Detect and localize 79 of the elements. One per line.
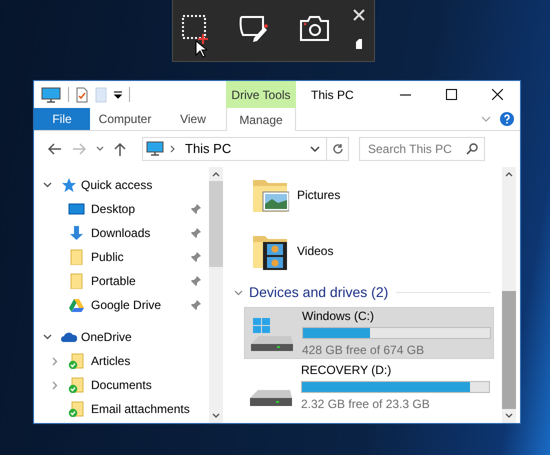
ribbon-tab[interactable]: Computer xyxy=(90,108,160,130)
drive-item[interactable]: RECOVERY (D:) 2.32 GB free of 23.3 GB xyxy=(244,361,494,413)
download-arrow-icon xyxy=(68,225,85,241)
pin-icon[interactable] xyxy=(191,276,201,286)
maximize-icon xyxy=(446,89,456,100)
computer-icon xyxy=(146,141,164,157)
nav-label: Public xyxy=(91,249,124,266)
nav-label: Portable xyxy=(91,273,136,290)
address-bar[interactable]: This PC xyxy=(142,137,349,161)
folder-item[interactable]: Pictures xyxy=(229,167,502,223)
checklist-icon[interactable] xyxy=(76,86,88,102)
window-title: This PC xyxy=(311,86,354,104)
hard-drive-icon xyxy=(249,389,293,407)
context-tab-label: Drive Tools xyxy=(226,81,296,108)
folder-icon xyxy=(68,273,85,289)
back-arrow-icon[interactable] xyxy=(48,143,62,155)
nav-item[interactable]: OneDrive xyxy=(34,325,209,349)
nav-item[interactable]: Desktop xyxy=(34,197,209,221)
nav-label: Documents xyxy=(91,377,152,394)
cursor-icon xyxy=(195,40,207,58)
expand-chevron-icon[interactable] xyxy=(52,356,58,366)
help-icon[interactable] xyxy=(500,112,514,126)
scrollbar[interactable] xyxy=(502,167,516,423)
drive-item[interactable]: Windows (C:) 428 GB free of 674 GB xyxy=(244,307,494,359)
refresh-icon xyxy=(332,143,344,155)
triangle-logo-icon xyxy=(68,297,85,313)
synced-folder-icon xyxy=(68,401,85,417)
nav-label: Articles xyxy=(91,353,130,370)
nav-item[interactable]: Quick access xyxy=(34,173,209,197)
drive-name: RECOVERY (D:) xyxy=(301,362,392,379)
pin-icon[interactable] xyxy=(191,300,201,310)
chevron-right-icon xyxy=(170,145,175,153)
collapse-chevron-icon[interactable] xyxy=(42,334,52,340)
pin-icon[interactable] xyxy=(191,204,201,214)
free-space-text: 2.32 GB free of 23.3 GB xyxy=(301,396,431,413)
synced-folder-icon xyxy=(68,353,85,369)
search-icon xyxy=(466,143,478,155)
nav-label: OneDrive xyxy=(81,329,132,346)
scrollbar[interactable] xyxy=(209,167,223,423)
nav-item[interactable]: Email attachments xyxy=(34,397,209,421)
search-field[interactable]: Search This PC xyxy=(359,137,485,161)
collapse-chevron-icon[interactable] xyxy=(42,182,52,188)
group-header[interactable]: Devices and drives (2) xyxy=(249,282,388,302)
folder-name: Videos xyxy=(297,243,334,260)
close-icon[interactable] xyxy=(353,9,365,21)
nav-item[interactable]: Google Drive xyxy=(34,293,209,317)
free-space-text: 428 GB free of 674 GB xyxy=(302,342,426,359)
folder-icon xyxy=(68,249,85,265)
pin-icon[interactable] xyxy=(191,228,201,238)
pin-icon[interactable] xyxy=(191,252,201,262)
nav-item[interactable]: Articles xyxy=(34,349,209,373)
nav-item[interactable]: Documents xyxy=(34,373,209,397)
up-arrow-icon[interactable] xyxy=(114,142,126,156)
nav-item[interactable]: Public xyxy=(34,245,209,269)
synced-folder-icon xyxy=(68,377,85,393)
ribbon-tab[interactable]: View xyxy=(160,108,226,130)
folder-item[interactable]: Videos xyxy=(229,223,502,279)
address-path: This PC xyxy=(185,140,232,158)
nav-label: Email attachments xyxy=(91,401,190,418)
nav-item[interactable]: Downloads xyxy=(34,221,209,245)
desktop-icon xyxy=(68,201,85,217)
nav-label: Quick access xyxy=(81,177,152,194)
computer-icon[interactable] xyxy=(41,86,61,102)
nav-label: Desktop xyxy=(91,201,136,218)
close-icon xyxy=(492,89,502,100)
expand-chevron-icon[interactable] xyxy=(52,380,58,390)
chevron-down-icon[interactable] xyxy=(310,146,320,152)
nav-item[interactable]: Portable xyxy=(34,269,209,293)
hard-drive-icon xyxy=(250,317,294,352)
file-menu-tab[interactable]: File xyxy=(34,108,90,130)
folder-name: Pictures xyxy=(297,187,340,204)
nav-label: Downloads xyxy=(91,225,150,242)
dropdown-icon[interactable] xyxy=(114,90,122,100)
chevron-down-icon[interactable] xyxy=(96,146,104,152)
nav-label: Google Drive xyxy=(91,297,162,314)
collapse-chevron-icon[interactable] xyxy=(234,288,243,296)
drive-name: Windows (C:) xyxy=(302,308,376,325)
eraser-icon[interactable] xyxy=(355,38,363,50)
star-icon xyxy=(60,177,77,193)
